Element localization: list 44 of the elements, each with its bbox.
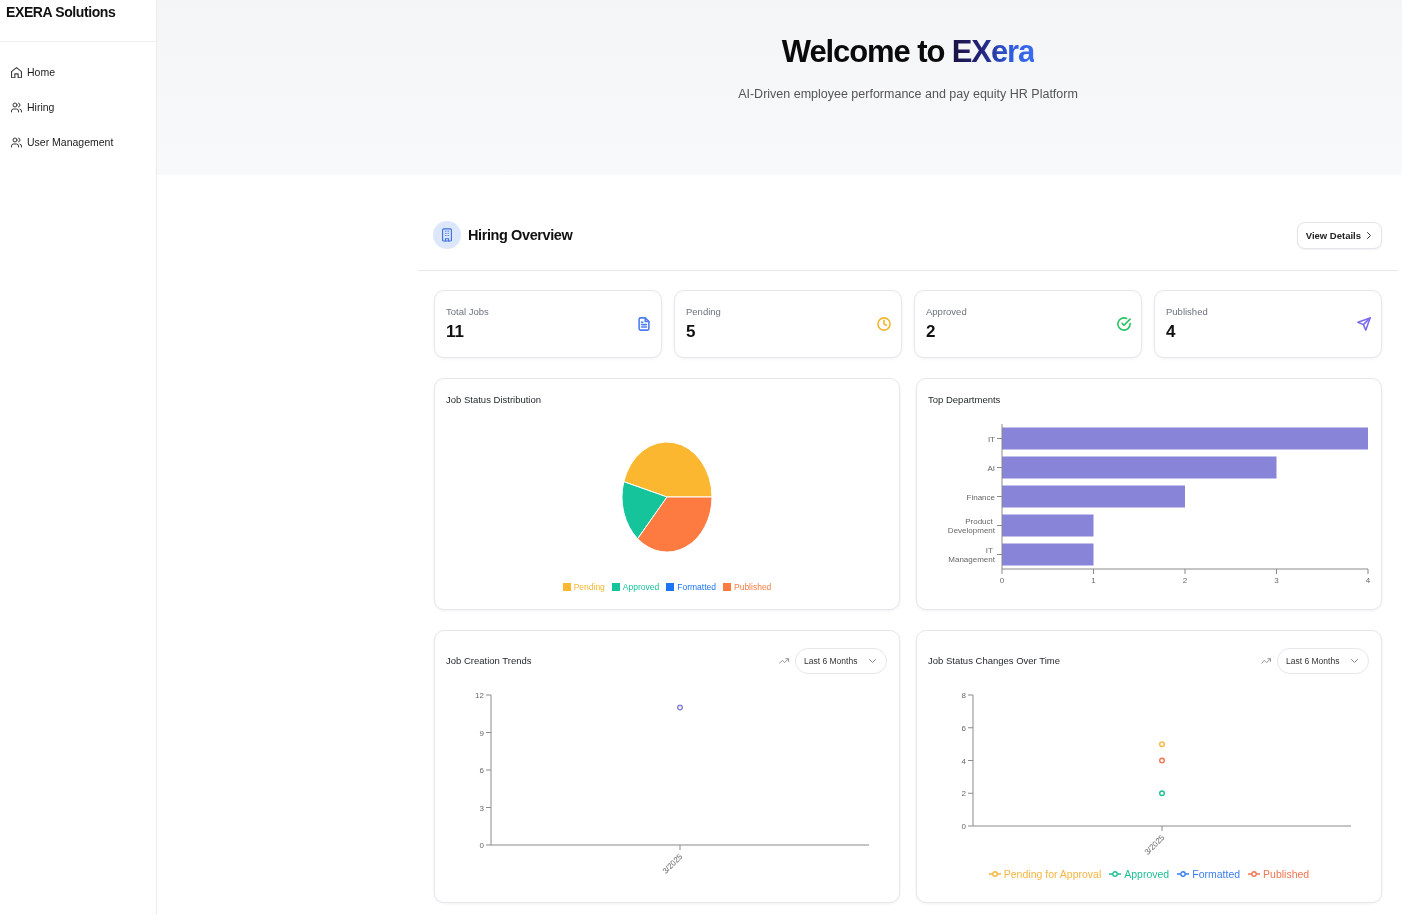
chart-title: Job Status Changes Over Time bbox=[928, 654, 1060, 668]
legend-label: Formatted bbox=[1192, 868, 1241, 880]
legend-label: Pending for Approval bbox=[1003, 868, 1102, 880]
page-subtitle: AI-Driven employee performance and pay equity HR Platform bbox=[738, 86, 1078, 102]
axis-tick-label: 1 bbox=[1091, 576, 1096, 585]
stat-label: Approved bbox=[926, 306, 967, 318]
section-title: Hiring Overview bbox=[468, 226, 573, 244]
axis-tick-label: 6 bbox=[479, 766, 484, 775]
stat-value: 5 bbox=[686, 322, 697, 342]
chart-title: Job Status Distribution bbox=[446, 393, 543, 407]
axis-tick-label: 0 bbox=[479, 841, 484, 850]
axis-label: AI bbox=[987, 463, 995, 473]
legend-label: Published bbox=[734, 582, 772, 592]
axis-tick-label: 4 bbox=[961, 756, 966, 766]
axis-tick-label: 3 bbox=[1274, 576, 1279, 585]
stat-value: 4 bbox=[1166, 322, 1177, 342]
stat-value: 11 bbox=[446, 322, 465, 342]
stat-value: 2 bbox=[926, 322, 937, 342]
axis-label: IT bbox=[987, 434, 995, 444]
legend-label: Approved bbox=[1124, 868, 1170, 880]
axis-tick-label: 8 bbox=[961, 691, 966, 700]
axis-tick-label: 3 bbox=[479, 803, 484, 813]
axis-label: Finance bbox=[966, 492, 995, 502]
axis-tick-label: 9 bbox=[479, 728, 484, 738]
stat-label: Total Jobs bbox=[446, 306, 489, 318]
axis-label: IT Management bbox=[948, 545, 995, 565]
stat-label: Pending bbox=[686, 306, 721, 318]
axis-tick-label: 4 bbox=[1365, 576, 1371, 585]
stat-label: Published bbox=[1166, 306, 1208, 318]
axis-tick-label: 6 bbox=[961, 723, 966, 733]
brand-name: EXERA Solutions bbox=[6, 4, 116, 20]
legend-label: Pending bbox=[573, 582, 605, 592]
axis-tick-label: 2 bbox=[961, 789, 966, 799]
legend-label: Approved bbox=[622, 582, 660, 592]
page-title: Welcome to EXera bbox=[781, 34, 1035, 70]
axis-tick-label: 2 bbox=[1182, 576, 1188, 585]
axis-tick-label: 12 bbox=[475, 691, 484, 700]
legend-label: Published bbox=[1263, 868, 1310, 880]
axis-label: Product Development bbox=[947, 516, 995, 536]
chart-title: Top Departments bbox=[928, 393, 1002, 407]
chart-title: Job Creation Trends bbox=[446, 654, 532, 668]
axis-tick-label: 0 bbox=[999, 576, 1005, 585]
axis-tick-label: 0 bbox=[961, 822, 966, 831]
legend-label: Formatted bbox=[677, 582, 716, 592]
